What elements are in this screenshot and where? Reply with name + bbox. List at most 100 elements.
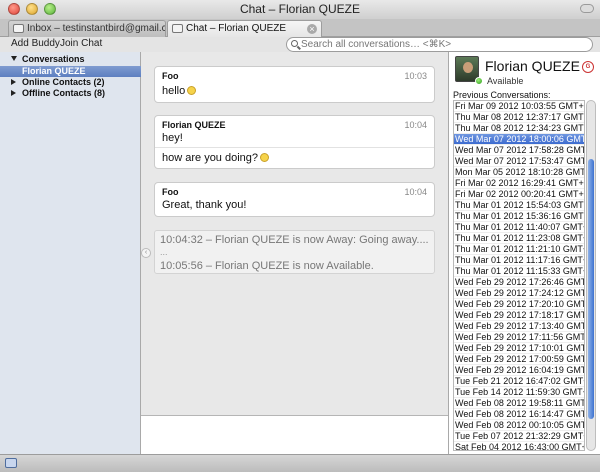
- list-item[interactable]: Thu Mar 01 2012 11:15:33 GMT+0100: [454, 266, 584, 277]
- status-message: 10:05:56 – Florian QUEZE is now Availabl…: [160, 260, 374, 272]
- message-line: hey!: [162, 132, 183, 144]
- list-item[interactable]: Wed Feb 29 2012 17:13:40 GMT+0100: [454, 321, 584, 332]
- message-bubble: Florian QUEZE 10:04 hey! how are you doi…: [154, 115, 435, 169]
- list-item[interactable]: Thu Mar 08 2012 12:37:17 GMT+0100: [454, 112, 584, 123]
- smiley-icon: [260, 153, 270, 162]
- online-contacts-label: Online Contacts (2): [22, 77, 105, 87]
- list-item[interactable]: Thu Mar 01 2012 11:40:07 GMT+0100: [454, 222, 584, 233]
- contacts-sidebar: Conversations Florian QUEZE Online Conta…: [0, 52, 141, 454]
- list-item[interactable]: Wed Feb 29 2012 17:11:56 GMT+0100: [454, 332, 584, 343]
- sidebar-item-florian[interactable]: Florian QUEZE: [0, 66, 141, 77]
- offline-contacts-group[interactable]: Offline Contacts (8): [0, 88, 141, 99]
- conversations-scrollbar[interactable]: [586, 100, 596, 451]
- list-item[interactable]: Wed Mar 07 2012 18:00:06 GMT+0100: [454, 134, 584, 145]
- message-input[interactable]: [141, 415, 448, 454]
- close-tab-icon[interactable]: ×: [307, 24, 317, 34]
- sidebar-item-label: Florian QUEZE: [22, 66, 86, 76]
- list-item[interactable]: Mon Mar 05 2012 18:10:28 GMT+0100: [454, 167, 584, 178]
- list-item[interactable]: Wed Feb 29 2012 17:24:12 GMT+0100: [454, 288, 584, 299]
- list-item[interactable]: Thu Mar 01 2012 15:54:03 GMT+0100: [454, 200, 584, 211]
- list-item[interactable]: Sat Feb 04 2012 16:43:00 GMT+0100: [454, 442, 584, 450]
- status-messages: 10:04:32 – Florian QUEZE is now Away: Go…: [154, 230, 435, 274]
- search-input[interactable]: Search all conversations… <⌘K>: [286, 37, 593, 52]
- message-sender: Foo: [162, 71, 179, 81]
- list-item[interactable]: Wed Feb 08 2012 16:14:47 GMT+0100: [454, 409, 584, 420]
- list-item[interactable]: Wed Feb 29 2012 17:18:17 GMT+0100: [454, 310, 584, 321]
- list-item[interactable]: Wed Feb 29 2012 17:10:01 GMT+0100: [454, 343, 584, 354]
- message-time: 10:03: [404, 71, 427, 81]
- message-time: 10:04: [404, 187, 427, 197]
- previous-conversations-label: Previous Conversations:: [453, 90, 551, 100]
- conversation-view: Foo 10:03 hello Florian QUEZE 10:04 hey!…: [141, 52, 448, 415]
- message-line: how are you doing?: [162, 152, 259, 164]
- list-item[interactable]: Fri Mar 02 2012 16:29:41 GMT+0100: [454, 178, 584, 189]
- list-item[interactable]: Fri Mar 02 2012 00:20:41 GMT+0100: [454, 189, 584, 200]
- status-bar: [0, 454, 600, 472]
- message-time: 10:04: [404, 120, 427, 130]
- message-bubble: Foo 10:04 Great, thank you!: [154, 182, 435, 217]
- online-contacts-group[interactable]: Online Contacts (2): [0, 77, 141, 88]
- message-line: Great, thank you!: [162, 199, 247, 211]
- contact-name: Florian QUEZE: [485, 58, 580, 74]
- tab-chat[interactable]: Chat – Florian QUEZE ×: [167, 20, 322, 37]
- toolbar-toggle-button[interactable]: [580, 4, 594, 13]
- list-item[interactable]: Thu Mar 01 2012 11:23:08 GMT+0100: [454, 233, 584, 244]
- list-item[interactable]: Wed Feb 29 2012 17:00:59 GMT+0100: [454, 354, 584, 365]
- conversations-group[interactable]: Conversations: [0, 54, 141, 65]
- list-item[interactable]: Thu Mar 01 2012 11:17:16 GMT+0100: [454, 255, 584, 266]
- zoom-window-button[interactable]: [44, 3, 56, 15]
- title-bar: Chat – Florian QUEZE: [0, 0, 600, 19]
- message-line: hello: [162, 85, 186, 97]
- expand-arrow-icon[interactable]: ‹: [141, 248, 151, 258]
- window-title: Chat – Florian QUEZE: [239, 2, 361, 16]
- list-item[interactable]: Tue Feb 14 2012 11:59:30 GMT+0100: [454, 387, 584, 398]
- previous-conversations-list[interactable]: Fri Mar 09 2012 10:03:55 GMT+0100Thu Mar…: [453, 100, 585, 451]
- message-sender: Florian QUEZE: [162, 120, 226, 130]
- google-talk-icon: G: [582, 61, 594, 73]
- list-item[interactable]: Wed Feb 08 2012 00:10:05 GMT+0100: [454, 420, 584, 431]
- join-chat-button[interactable]: Join Chat: [60, 38, 102, 50]
- minimize-window-button[interactable]: [26, 3, 38, 15]
- list-item[interactable]: Wed Feb 29 2012 17:20:10 GMT+0100: [454, 299, 584, 310]
- add-buddy-button[interactable]: Add Buddy: [11, 38, 60, 50]
- chevron-right-icon: [11, 79, 16, 85]
- search-icon: [291, 40, 298, 47]
- list-item[interactable]: Thu Mar 01 2012 11:21:10 GMT+0100: [454, 244, 584, 255]
- chat-icon: [172, 24, 183, 33]
- list-item[interactable]: Thu Mar 01 2012 15:36:16 GMT+0100: [454, 211, 584, 222]
- tab-chat-label: Chat – Florian QUEZE: [186, 23, 287, 34]
- mail-icon: [13, 24, 24, 33]
- contact-panel: Florian QUEZE Available G Previous Conve…: [448, 52, 600, 454]
- available-status-icon: [475, 77, 483, 85]
- scrollbar-thumb[interactable]: [588, 159, 594, 419]
- conversations-header: Conversations: [22, 54, 85, 64]
- list-item[interactable]: Wed Mar 07 2012 17:53:47 GMT+0100: [454, 156, 584, 167]
- message-text: hello: [162, 85, 197, 97]
- tab-bar: Inbox – testinstantbird@gmail.com Chat –…: [0, 19, 600, 37]
- status-message: 10:04:32 – Florian QUEZE is now Away: Go…: [160, 234, 429, 246]
- list-item[interactable]: Wed Feb 08 2012 19:58:11 GMT+0100: [454, 398, 584, 409]
- activity-icon[interactable]: [5, 458, 17, 468]
- app-window: Chat – Florian QUEZE Inbox – testinstant…: [0, 0, 600, 472]
- search-placeholder: Search all conversations… <⌘K>: [301, 39, 452, 50]
- tab-inbox[interactable]: Inbox – testinstantbird@gmail.com: [8, 20, 166, 37]
- close-window-button[interactable]: [8, 3, 20, 15]
- list-item[interactable]: Thu Mar 08 2012 12:34:23 GMT+0100: [454, 123, 584, 134]
- list-item[interactable]: Wed Feb 29 2012 17:26:46 GMT+0100: [454, 277, 584, 288]
- smiley-icon: [187, 86, 197, 95]
- list-item[interactable]: Tue Feb 07 2012 21:32:29 GMT+0100: [454, 431, 584, 442]
- list-item[interactable]: Fri Mar 09 2012 10:03:55 GMT+0100: [454, 101, 584, 112]
- message-sender: Foo: [162, 187, 179, 197]
- message-bubble: Foo 10:03 hello: [154, 66, 435, 103]
- contact-status: Available: [487, 76, 524, 86]
- collapsed-messages-indicator[interactable]: ...: [160, 247, 168, 257]
- list-item[interactable]: Tue Feb 21 2012 16:47:02 GMT+0100: [454, 376, 584, 387]
- tab-inbox-label: Inbox – testinstantbird@gmail.com: [27, 23, 166, 34]
- list-item[interactable]: Wed Feb 29 2012 16:04:19 GMT+0100: [454, 365, 584, 376]
- message-divider: [155, 147, 434, 148]
- list-item[interactable]: Wed Mar 07 2012 17:58:28 GMT+0100: [454, 145, 584, 156]
- chevron-right-icon: [11, 90, 16, 96]
- chevron-down-icon: [11, 56, 17, 61]
- message-text: how are you doing?: [162, 152, 270, 164]
- offline-contacts-label: Offline Contacts (8): [22, 88, 106, 98]
